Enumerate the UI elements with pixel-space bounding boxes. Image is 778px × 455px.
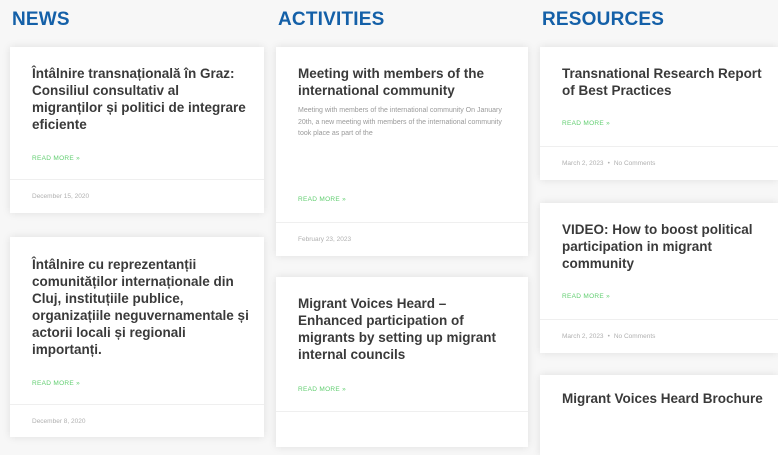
activities-heading: ACTIVITIES: [278, 9, 385, 30]
meta-separator: •: [607, 333, 610, 340]
activity-card-title[interactable]: Migrant Voices Heard – Enhanced particip…: [298, 295, 514, 363]
meta-separator: •: [607, 160, 610, 167]
activity-card: Meeting with members of the internationa…: [276, 47, 528, 256]
activity-card-date: February 23, 2023: [298, 236, 352, 243]
news-card-date: December 8, 2020: [32, 418, 86, 425]
news-card-footer: December 15, 2020: [10, 179, 264, 213]
news-card-read-more-link[interactable]: READ MORE »: [32, 155, 80, 162]
news-card-title[interactable]: Întâlnire cu reprezentanții comunitățilo…: [32, 256, 250, 358]
resources-heading: RESOURCES: [542, 9, 665, 30]
resource-card-date: March 2, 2023: [562, 160, 604, 167]
news-card-footer: December 8, 2020: [10, 404, 264, 437]
resource-card-title[interactable]: Transnational Research Report of Best Pr…: [562, 65, 764, 99]
resource-card-read-more-link[interactable]: READ MORE »: [562, 293, 610, 300]
resource-card-read-more-link[interactable]: READ MORE »: [562, 120, 610, 127]
news-card-title[interactable]: Întâlnire transnațională în Graz: Consil…: [32, 65, 250, 133]
activity-card-excerpt: Meeting with members of the internationa…: [298, 107, 502, 137]
resource-card-comments-link[interactable]: No Comments: [614, 333, 656, 340]
activity-card: Migrant Voices Heard – Enhanced particip…: [276, 277, 528, 447]
resource-card-meta: March 2, 2023 • No Comments: [562, 160, 655, 167]
resource-card-date: March 2, 2023: [562, 333, 604, 340]
resource-card-meta: March 2, 2023 • No Comments: [562, 333, 655, 340]
resource-card-footer: March 2, 2023 • No Comments: [540, 146, 778, 180]
resource-card: Migrant Voices Heard Brochure: [540, 375, 778, 455]
news-card-read-more-link[interactable]: READ MORE »: [32, 380, 80, 387]
activity-card-title[interactable]: Meeting with members of the internationa…: [298, 65, 514, 99]
resource-card-footer: March 2, 2023 • No Comments: [540, 319, 778, 353]
activity-card-read-more-link[interactable]: READ MORE »: [298, 196, 346, 203]
resource-card: VIDEO: How to boost political participat…: [540, 203, 778, 353]
activity-card-footer: February 23, 2023: [276, 222, 528, 256]
resource-card-title[interactable]: Migrant Voices Heard Brochure: [562, 390, 764, 407]
news-card: Întâlnire transnațională în Graz: Consil…: [10, 47, 264, 213]
news-card: Întâlnire cu reprezentanții comunitățilo…: [10, 237, 264, 437]
resource-card-comments-link[interactable]: No Comments: [614, 160, 656, 167]
activity-card-read-more-link[interactable]: READ MORE »: [298, 386, 346, 393]
news-heading: NEWS: [12, 9, 70, 30]
news-card-date: December 15, 2020: [32, 193, 90, 200]
activity-card-footer: [276, 411, 528, 445]
resource-card: Transnational Research Report of Best Pr…: [540, 47, 778, 180]
resource-card-title[interactable]: VIDEO: How to boost political participat…: [562, 221, 764, 272]
